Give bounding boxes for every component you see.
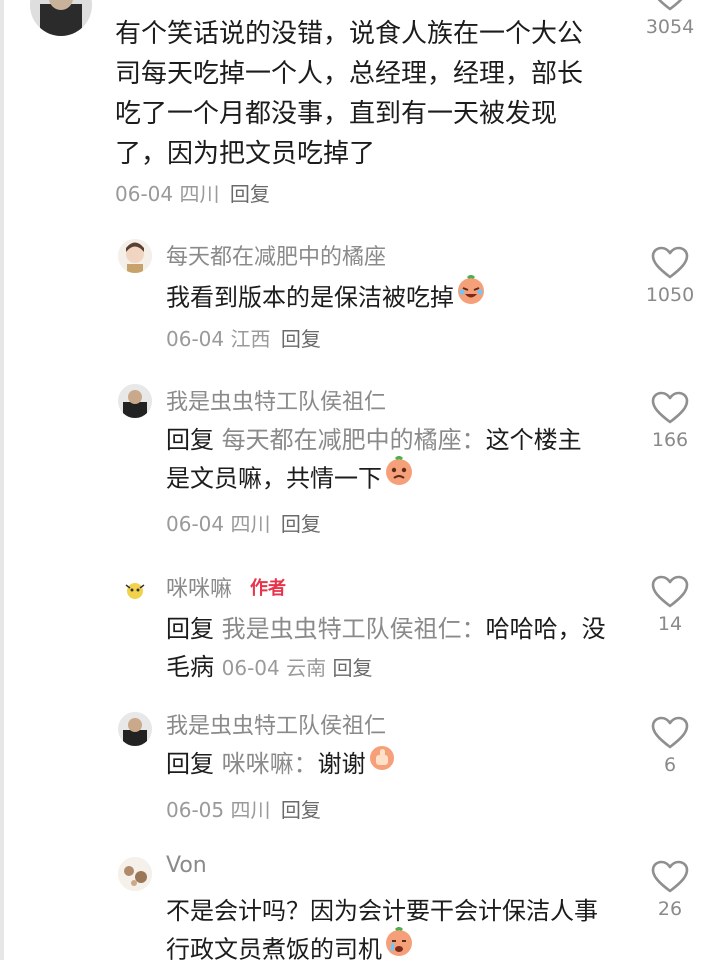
avatar[interactable] xyxy=(30,0,92,36)
comment-text: 回复 我是虫虫特工队侯祖仁：哈哈哈，没毛病 06-04 云南 回复 xyxy=(166,615,606,681)
like-count: 1050 xyxy=(645,284,695,306)
comment-author[interactable]: 我是虫虫特工队侯祖仁 xyxy=(166,384,386,416)
reply-button[interactable]: 回复 xyxy=(332,656,372,680)
reply-button[interactable]: 回复 xyxy=(281,327,321,351)
avatar[interactable] xyxy=(118,384,152,418)
heart-icon xyxy=(651,716,689,749)
comment-author[interactable]: Von xyxy=(166,853,207,878)
reply-button[interactable]: 回复 xyxy=(281,512,321,536)
avatar[interactable] xyxy=(118,239,152,273)
comment-author[interactable]: 我是虫虫特工队侯祖仁 xyxy=(166,708,386,740)
heart-icon xyxy=(651,246,689,279)
crying-peach-emoji xyxy=(384,927,414,968)
reply-button[interactable]: 回复 xyxy=(230,182,270,206)
like-button[interactable]: 6 xyxy=(634,716,706,776)
like-button[interactable]: 3054 xyxy=(634,0,706,38)
heart-icon xyxy=(657,0,683,11)
comment-text: 不是会计吗？因为会计要干会计保洁人事行政文员煮饭的司机 xyxy=(166,892,611,971)
like-count: 14 xyxy=(657,613,683,635)
heart-icon xyxy=(651,391,689,424)
heart-icon xyxy=(651,860,689,893)
comment-meta: 06-04 四川 回复 xyxy=(115,182,270,206)
comment-author: 咪咪嘛 作者 xyxy=(166,577,287,602)
avatar[interactable] xyxy=(118,857,152,891)
thumbs-up-emoji xyxy=(368,743,396,782)
comment-author[interactable]: 每天都在减肥中的橘座 xyxy=(166,239,386,271)
comment-text: 回复 咪咪嘛：谢谢 xyxy=(166,745,606,785)
laughing-crying-peach-emoji xyxy=(456,275,486,316)
reply-target[interactable]: 每天都在减肥中的橘座： xyxy=(222,426,486,454)
like-button[interactable]: 26 xyxy=(634,860,706,920)
avatar[interactable] xyxy=(120,575,150,605)
like-count: 26 xyxy=(657,898,683,920)
like-count: 6 xyxy=(663,754,677,776)
sad-peach-emoji xyxy=(384,456,414,497)
heart-icon xyxy=(651,575,689,608)
comment-text: 回复 每天都在减肥中的橘座：这个楼主是文员嘛，共情一下 xyxy=(166,421,596,500)
author-badge: 作者 xyxy=(250,578,287,599)
like-button[interactable]: 14 xyxy=(634,575,706,635)
comment-text: 有个笑话说的没错，说食人族在一个大公司每天吃掉一个人，总经理，经理，部长吃了一个… xyxy=(115,19,584,169)
scroll-edge xyxy=(0,0,4,960)
avatar[interactable] xyxy=(118,712,152,746)
like-count: 3054 xyxy=(645,16,695,38)
like-button[interactable]: 1050 xyxy=(634,246,706,306)
comment-meta: 06-04 云南 回复 xyxy=(221,656,373,680)
reply-target[interactable]: 咪咪嘛： xyxy=(222,750,318,778)
comment-meta: 06-04 四川 回复 xyxy=(166,512,321,536)
reply-button[interactable]: 回复 xyxy=(281,798,321,822)
comment-meta: 06-04 江西 回复 xyxy=(166,327,321,351)
like-button[interactable]: 166 xyxy=(634,391,706,451)
comment-text-line: 我看到版本的是保洁被吃掉 xyxy=(166,275,586,319)
reply-target[interactable]: 我是虫虫特工队侯祖仁： xyxy=(222,615,486,643)
like-count: 166 xyxy=(651,429,689,451)
comment-meta: 06-05 四川 回复 xyxy=(166,798,321,822)
